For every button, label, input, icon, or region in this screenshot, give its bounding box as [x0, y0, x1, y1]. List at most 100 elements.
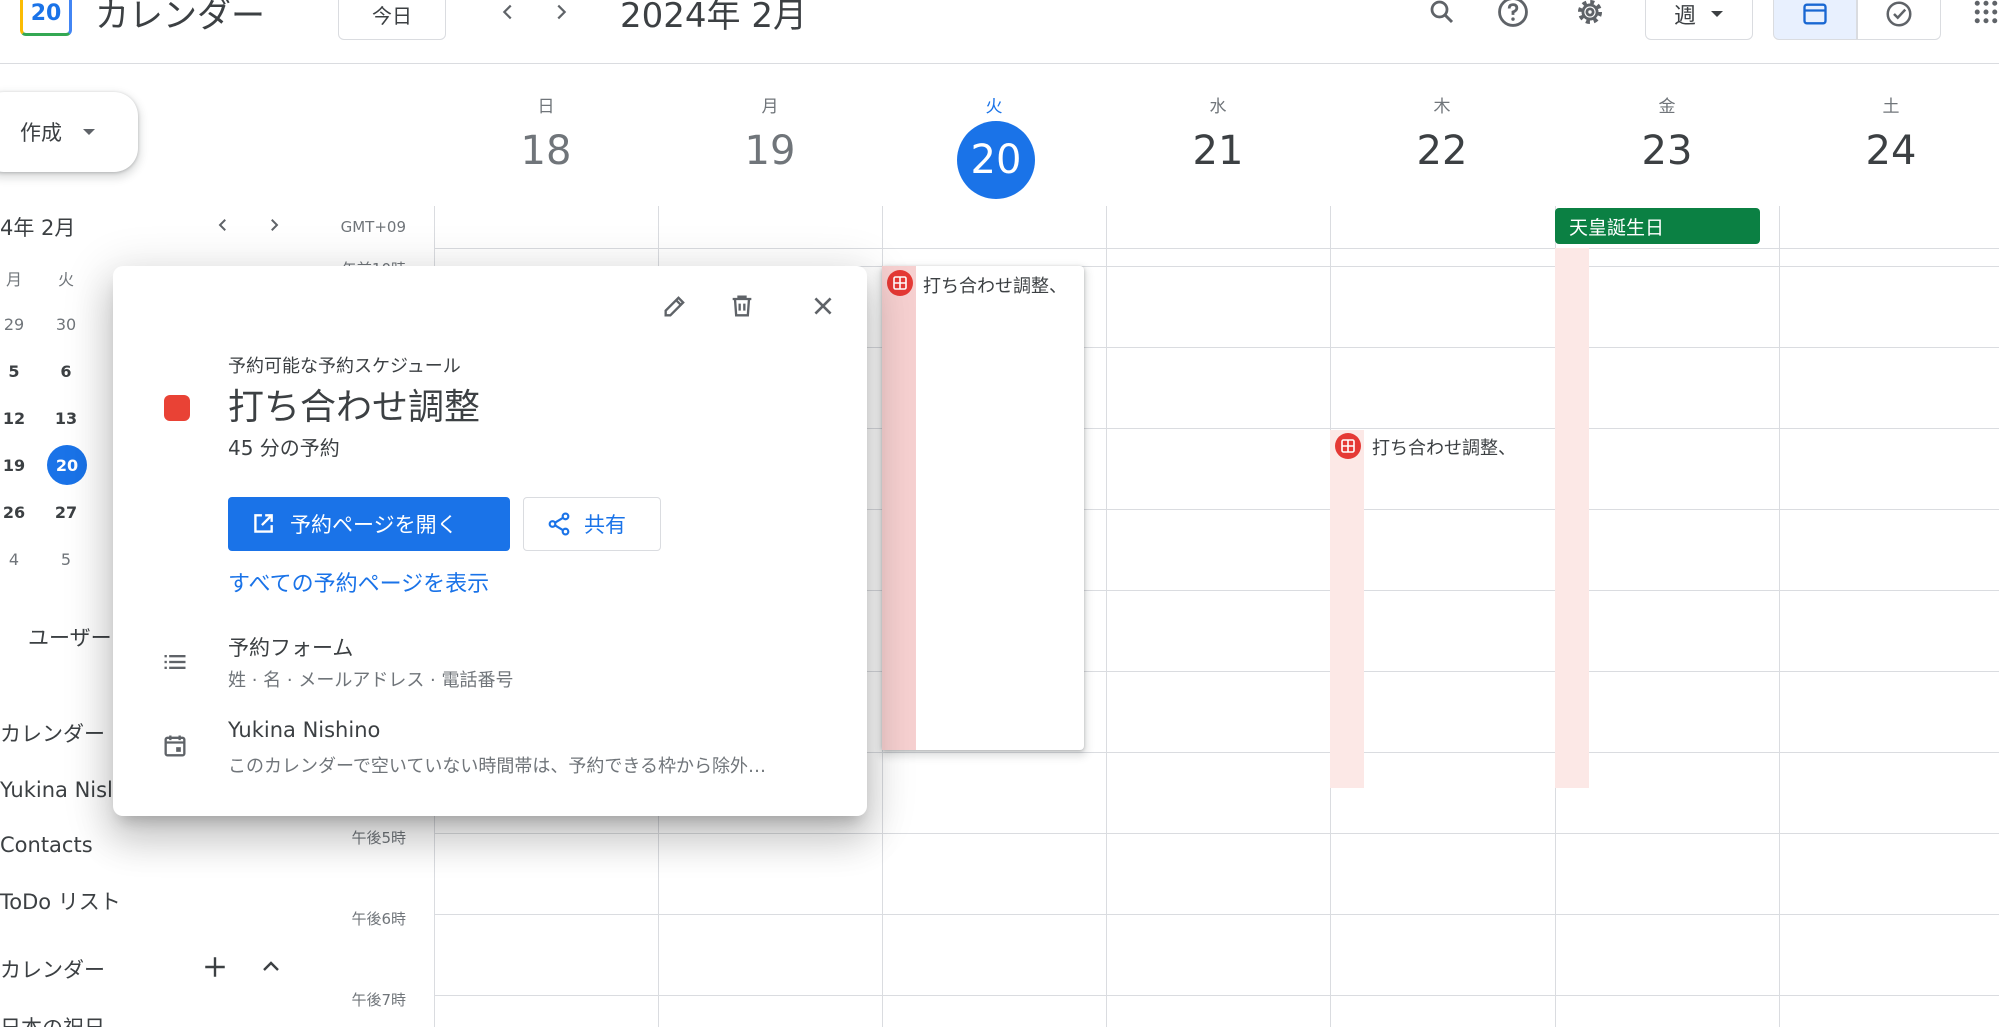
tasks-view-toggle[interactable]	[1857, 0, 1941, 40]
calendar-item-yukina[interactable]: Yukina Nisl	[0, 778, 113, 802]
grid-column-line	[1779, 206, 1780, 1027]
timezone-label: GMT+09	[340, 218, 406, 236]
calendar-view-toggle[interactable]	[1773, 0, 1857, 40]
booking-range-bar[interactable]	[1330, 430, 1364, 788]
event-duration: 45 分の予約	[228, 436, 340, 460]
mini-day[interactable]: 27	[46, 492, 86, 532]
mini-day[interactable]: 13	[46, 398, 86, 438]
mini-calendar-title: 4年 2月	[0, 216, 76, 240]
close-button[interactable]	[803, 286, 843, 326]
booking-range-bar	[882, 266, 916, 750]
calendar-logo[interactable]: 20	[20, 0, 72, 36]
month-title: 2024年 2月	[620, 0, 807, 36]
mini-day[interactable]: 5	[46, 539, 86, 579]
booking-event-card[interactable]: 打ち合わせ調整、	[882, 266, 1084, 750]
all-day-divider	[434, 248, 1999, 249]
date-number[interactable]: 18	[434, 128, 658, 174]
booking-form-fields: 姓 · 名 · メールアドレス · 電話番号	[228, 670, 514, 691]
apps-button[interactable]	[1966, 0, 1999, 32]
grid-hour-line	[434, 914, 1999, 915]
delete-button[interactable]	[722, 286, 762, 326]
mini-day[interactable]: 6	[46, 351, 86, 391]
prev-week-button[interactable]	[490, 0, 526, 30]
date-number[interactable]: 19	[658, 128, 882, 174]
edit-button[interactable]	[655, 286, 695, 326]
chevron-right-icon	[271, 219, 279, 231]
search-icon	[1430, 0, 1454, 24]
view-select[interactable]: 週	[1645, 0, 1753, 40]
booking-icon	[887, 270, 913, 296]
open-booking-page-button[interactable]: 予約ページを開く	[228, 497, 510, 551]
mini-day-selected[interactable]: 20	[47, 445, 87, 485]
booking-range-bar[interactable]	[1555, 248, 1589, 788]
calendar-item-todo[interactable]: ToDo リスト	[0, 886, 121, 916]
next-week-button[interactable]	[543, 0, 579, 30]
chevron-left-icon	[218, 219, 226, 231]
mini-day[interactable]: 12	[0, 398, 34, 438]
gear-icon	[1577, 0, 1603, 25]
help-button[interactable]	[1493, 0, 1533, 32]
list-icon	[159, 646, 191, 678]
close-icon	[814, 297, 832, 315]
share-button[interactable]: 共有	[523, 497, 661, 551]
date-number[interactable]: 24	[1779, 128, 1999, 174]
date-number[interactable]: 23	[1555, 128, 1779, 174]
chevron-left-icon	[502, 4, 512, 20]
today-button[interactable]: 今日	[338, 0, 446, 40]
booking-event-label[interactable]: 打ち合わせ調整、	[1372, 434, 1516, 460]
view-all-booking-pages-link[interactable]: すべての予約ページを表示	[228, 566, 489, 598]
mini-day[interactable]: 5	[0, 351, 34, 391]
caret-down-icon	[1711, 11, 1723, 17]
calendar-item-contacts[interactable]: Contacts	[0, 833, 93, 857]
grid-column-line	[1106, 206, 1107, 1027]
view-select-value: 週	[1673, 4, 1696, 29]
grid-hour-line	[434, 833, 1999, 834]
event-details-popup: 予約可能な予約スケジュール 打ち合わせ調整 45 分の予約 予約ページを開く 共…	[113, 266, 867, 816]
logo-day: 20	[30, 1, 62, 26]
grid-hour-line	[434, 995, 1999, 996]
mini-day[interactable]: 29	[0, 304, 34, 344]
mini-prev-button[interactable]	[208, 210, 238, 240]
mini-day[interactable]: 19	[0, 445, 34, 485]
my-calendars-title[interactable]: カレンダー	[0, 718, 105, 748]
calendar-view-icon	[1803, 3, 1827, 25]
day-of-week-today: 火	[985, 97, 1003, 117]
day-of-week: 木	[1433, 97, 1451, 117]
other-calendars-title[interactable]: カレンダー	[0, 954, 105, 984]
mini-next-button[interactable]	[259, 210, 289, 240]
time-label: 午後7時	[351, 991, 406, 1009]
mini-day[interactable]: 26	[0, 492, 34, 532]
calendar-availability-note: このカレンダーで空いていない時間帯は、予約できる枠から除外…	[228, 756, 767, 777]
day-of-week: 土	[1882, 97, 1900, 117]
collapse-button[interactable]	[253, 949, 289, 985]
day-of-week: 金	[1658, 97, 1676, 117]
booking-event-label: 打ち合わせ調整、	[923, 276, 1067, 297]
chevron-right-icon	[557, 4, 567, 20]
open-booking-page-label: 予約ページを開く	[290, 513, 458, 537]
settings-button[interactable]	[1570, 0, 1610, 32]
chevron-up-icon	[263, 961, 279, 971]
calendar-item-holidays[interactable]: 日本の祝日	[0, 1012, 105, 1027]
search-button[interactable]	[1422, 0, 1462, 32]
share-icon	[548, 512, 570, 536]
add-calendar-button[interactable]	[197, 949, 233, 985]
mini-day[interactable]: 30	[46, 304, 86, 344]
holiday-event[interactable]: 天皇誕生日	[1555, 208, 1760, 244]
create-button[interactable]: 作成	[0, 92, 138, 172]
event-type-label: 予約可能な予約スケジュール	[228, 356, 461, 377]
search-people-input[interactable]: ユーザー	[28, 622, 112, 652]
apps-icon	[1974, 0, 1998, 24]
date-number[interactable]: 21	[1106, 128, 1330, 174]
create-label: 作成	[20, 121, 62, 145]
mini-day[interactable]: 4	[0, 539, 34, 579]
date-number[interactable]: 22	[1330, 128, 1554, 174]
booking-icon	[1335, 433, 1361, 459]
edit-icon	[664, 296, 685, 317]
day-of-week: 日	[537, 97, 555, 117]
booking-form-title: 予約フォーム	[228, 636, 354, 660]
delete-icon	[732, 295, 752, 317]
time-label: 午後6時	[351, 910, 406, 928]
day-of-week: 水	[1209, 97, 1227, 117]
top-bar: 20 カレンダー 今日 2024年 2月 週	[0, 0, 1999, 64]
date-number-today[interactable]: 20	[957, 121, 1035, 199]
